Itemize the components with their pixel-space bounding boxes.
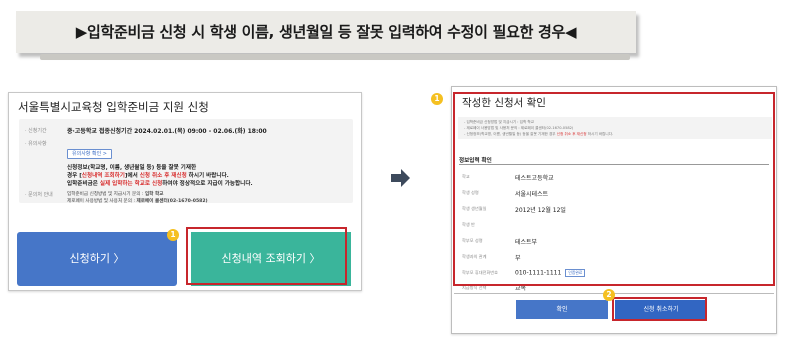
note-line-2: 경우 [신청내역 조회하기]에서 신청 취소 후 재신청 하시기 바랍니다. [67,173,229,179]
check-button-highlight [186,227,347,285]
apply-button[interactable]: 신청하기 〉 [17,232,177,286]
period-label: · 신청기간 [25,128,47,134]
contact-label: · 문의처 안내 [25,192,53,198]
banner-underline [40,54,630,60]
step-badge-2: 2 [603,289,615,301]
notice-label: · 유의사항 [25,141,47,147]
step-badge-1-review: 1 [431,93,443,105]
arrow-right-icon [391,169,410,187]
contact-line-1: 입학준비금 신청방법 및 지급시기 문의 : 입학 학교 [67,192,164,197]
contact-line-2: 제로페이 사용방법 및 사용처 문의 : 제로페이 콜센터(02-1670-05… [67,199,208,204]
instruction-banner: ▶입학준비금 신청 시 학생 이름, 생년월일 등 잘못 입력하여 수정이 필요… [16,11,636,53]
review-highlight [453,92,775,286]
note-line-3: 입학준비금은 실제 입학하는 학교로 신청하여야 정상적으로 지급이 가능합니다… [67,181,253,187]
info-box: · 신청기간 중·고등학교 접종신청기간 2024.02.01.(목) 09:0… [19,119,353,204]
cancel-button-highlight [612,297,707,321]
banner-title: ▶입학준비금 신청 시 학생 이름, 생년월일 등 잘못 입력하여 수정이 필요… [75,23,577,41]
period-value: 중·고등학교 접종신청기간 2024.02.01.(목) 09:00 - 02.… [67,128,267,135]
note-line-1: 신청정보(학교명, 이름, 생년월일 등) 등을 잘못 기재한 [67,165,197,171]
step-badge-1: 1 [167,229,179,241]
page-title: 서울특별시교육청 입학준비금 지원 신청 [18,100,209,114]
notice-confirm-button[interactable]: 유의사항 확인 > [67,149,112,159]
confirm-button[interactable]: 확인 [516,300,608,319]
